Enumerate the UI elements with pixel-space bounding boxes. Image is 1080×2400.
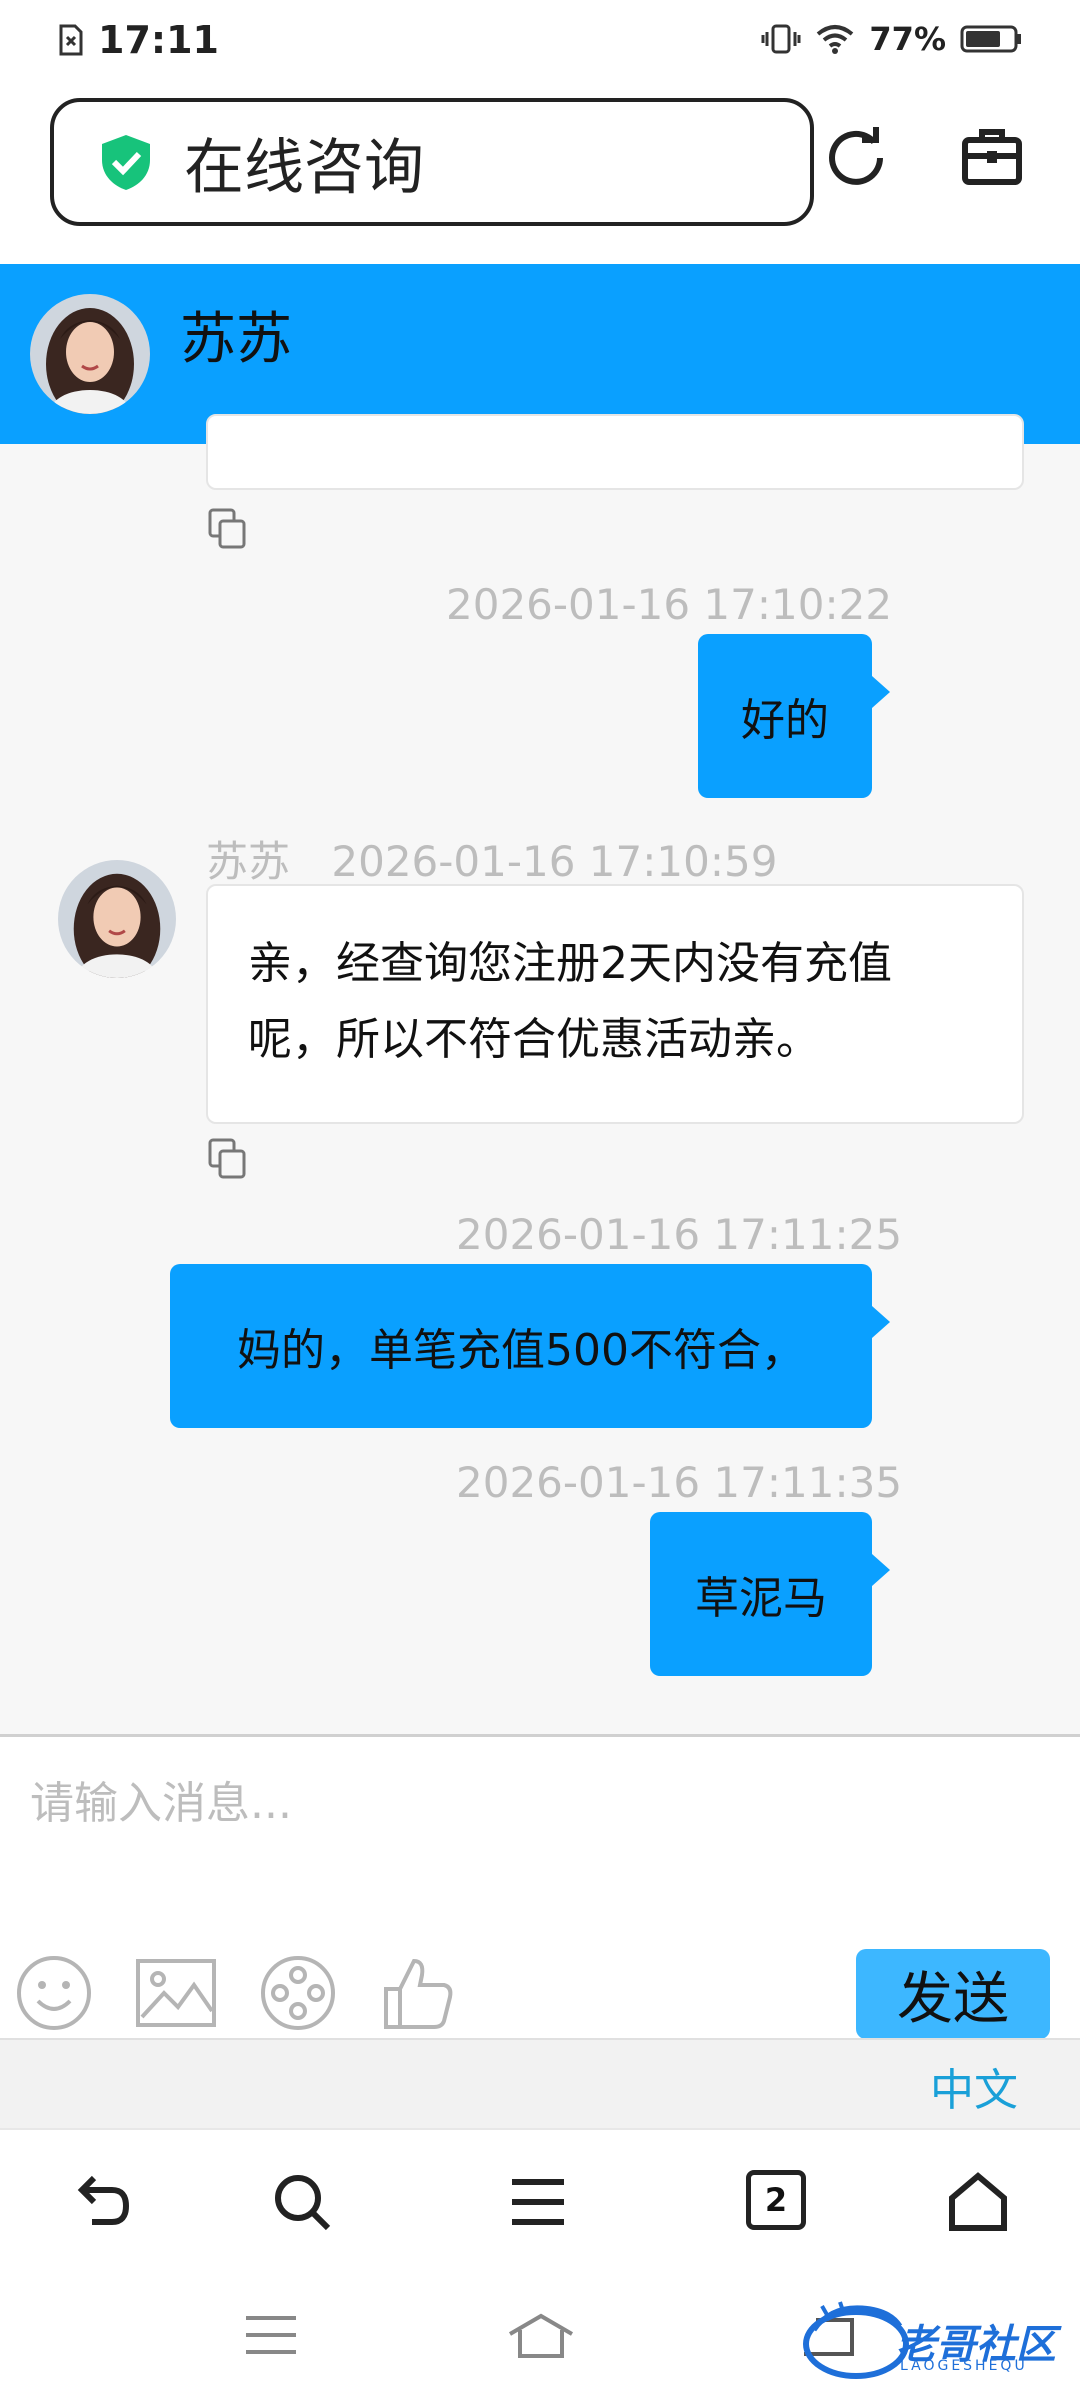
menu-icon[interactable] [506, 2170, 570, 2234]
recent-apps-icon[interactable] [244, 2314, 298, 2356]
message-timestamp: 2026-01-16 17:11:35 [456, 1458, 903, 1507]
browser-top-bar: 在线咨询 [0, 84, 1080, 264]
message-text: 草泥马 [695, 1573, 827, 1624]
tabs-button[interactable]: 2 [746, 2170, 806, 2230]
message-bubble-incoming[interactable]: 亲，经查询您注册2天内没有充值 呢，所以不符合优惠活动亲。 [206, 884, 1024, 1124]
message-timestamp: 2026-01-16 17:10:22 [446, 580, 893, 629]
battery-percent: 77% [869, 20, 946, 58]
watermark-subtext: LAOGESHEQU [900, 2358, 1028, 2374]
message-text: 妈的，单笔充值500不符合， [237, 1325, 805, 1376]
message-bubble-outgoing[interactable]: 妈的，单笔充值500不符合， [170, 1264, 890, 1428]
status-right: 77% [761, 20, 1022, 58]
message-bubble-outgoing[interactable]: 草泥马 [650, 1512, 890, 1676]
search-icon[interactable] [270, 2170, 334, 2234]
refresh-icon[interactable] [824, 124, 888, 188]
watermark-logo: 老哥社区 LAOGESHEQU [800, 2300, 1070, 2382]
message-input[interactable]: 请输入消息... [30, 1767, 292, 1831]
emoji-icon[interactable] [14, 1953, 94, 2033]
chat-area[interactable]: 2026-01-16 17:10:22 好的 苏苏 2026-01-16 17:… [0, 414, 1080, 1734]
sim-error-icon [59, 24, 83, 56]
message-text: 好的 [741, 695, 829, 746]
agent-name: 苏苏 [180, 307, 292, 372]
copy-icon[interactable] [206, 506, 250, 552]
image-icon[interactable] [134, 1953, 218, 2033]
message-text-line: 亲，经查询您注册2天内没有充值 [248, 938, 892, 989]
status-left: 17:11 [58, 18, 219, 62]
message-text-line: 呢，所以不符合优惠活动亲。 [248, 1014, 820, 1065]
status-bar: 17:11 77% [0, 0, 1080, 84]
vibrate-icon [761, 24, 801, 54]
address-bar[interactable]: 在线咨询 [50, 98, 814, 226]
toolbox-icon[interactable] [960, 124, 1024, 188]
message-composer: 请输入消息... 发送 [0, 1734, 1080, 2039]
top-actions [824, 124, 1024, 188]
message-bubble-partial [206, 414, 1024, 490]
shield-check-icon [102, 135, 150, 190]
wifi-icon [817, 25, 854, 54]
send-button[interactable]: 发送 [856, 1949, 1050, 2039]
message-timestamp: 2026-01-16 17:10:59 [331, 837, 778, 886]
system-home-icon[interactable] [506, 2312, 576, 2358]
agent-avatar [30, 294, 150, 414]
browser-bottom-bar: 2 [0, 2128, 1080, 2272]
composer-tools [14, 1953, 458, 2033]
dragon-logo-icon [803, 2301, 909, 2379]
language-toggle[interactable]: 中文 [930, 2054, 1018, 2118]
page-title: 在线咨询 [184, 132, 424, 203]
back-icon[interactable] [70, 2170, 134, 2234]
status-time: 17:11 [98, 18, 219, 62]
incoming-avatar [58, 860, 176, 978]
battery-icon [960, 25, 1021, 53]
language-bar: 中文 [0, 2038, 1080, 2128]
sender-name: 苏苏 [206, 837, 291, 886]
thumbs-up-icon[interactable] [378, 1953, 458, 2033]
message-timestamp: 2026-01-16 17:11:25 [456, 1210, 903, 1259]
copy-icon[interactable] [206, 1136, 250, 1182]
message-bubble-outgoing[interactable]: 好的 [698, 634, 890, 798]
home-icon[interactable] [946, 2170, 1010, 2234]
tabs-count: 2 [764, 2181, 788, 2219]
video-icon[interactable] [258, 1953, 338, 2033]
message-meta: 苏苏 2026-01-16 17:10:59 [206, 828, 777, 889]
